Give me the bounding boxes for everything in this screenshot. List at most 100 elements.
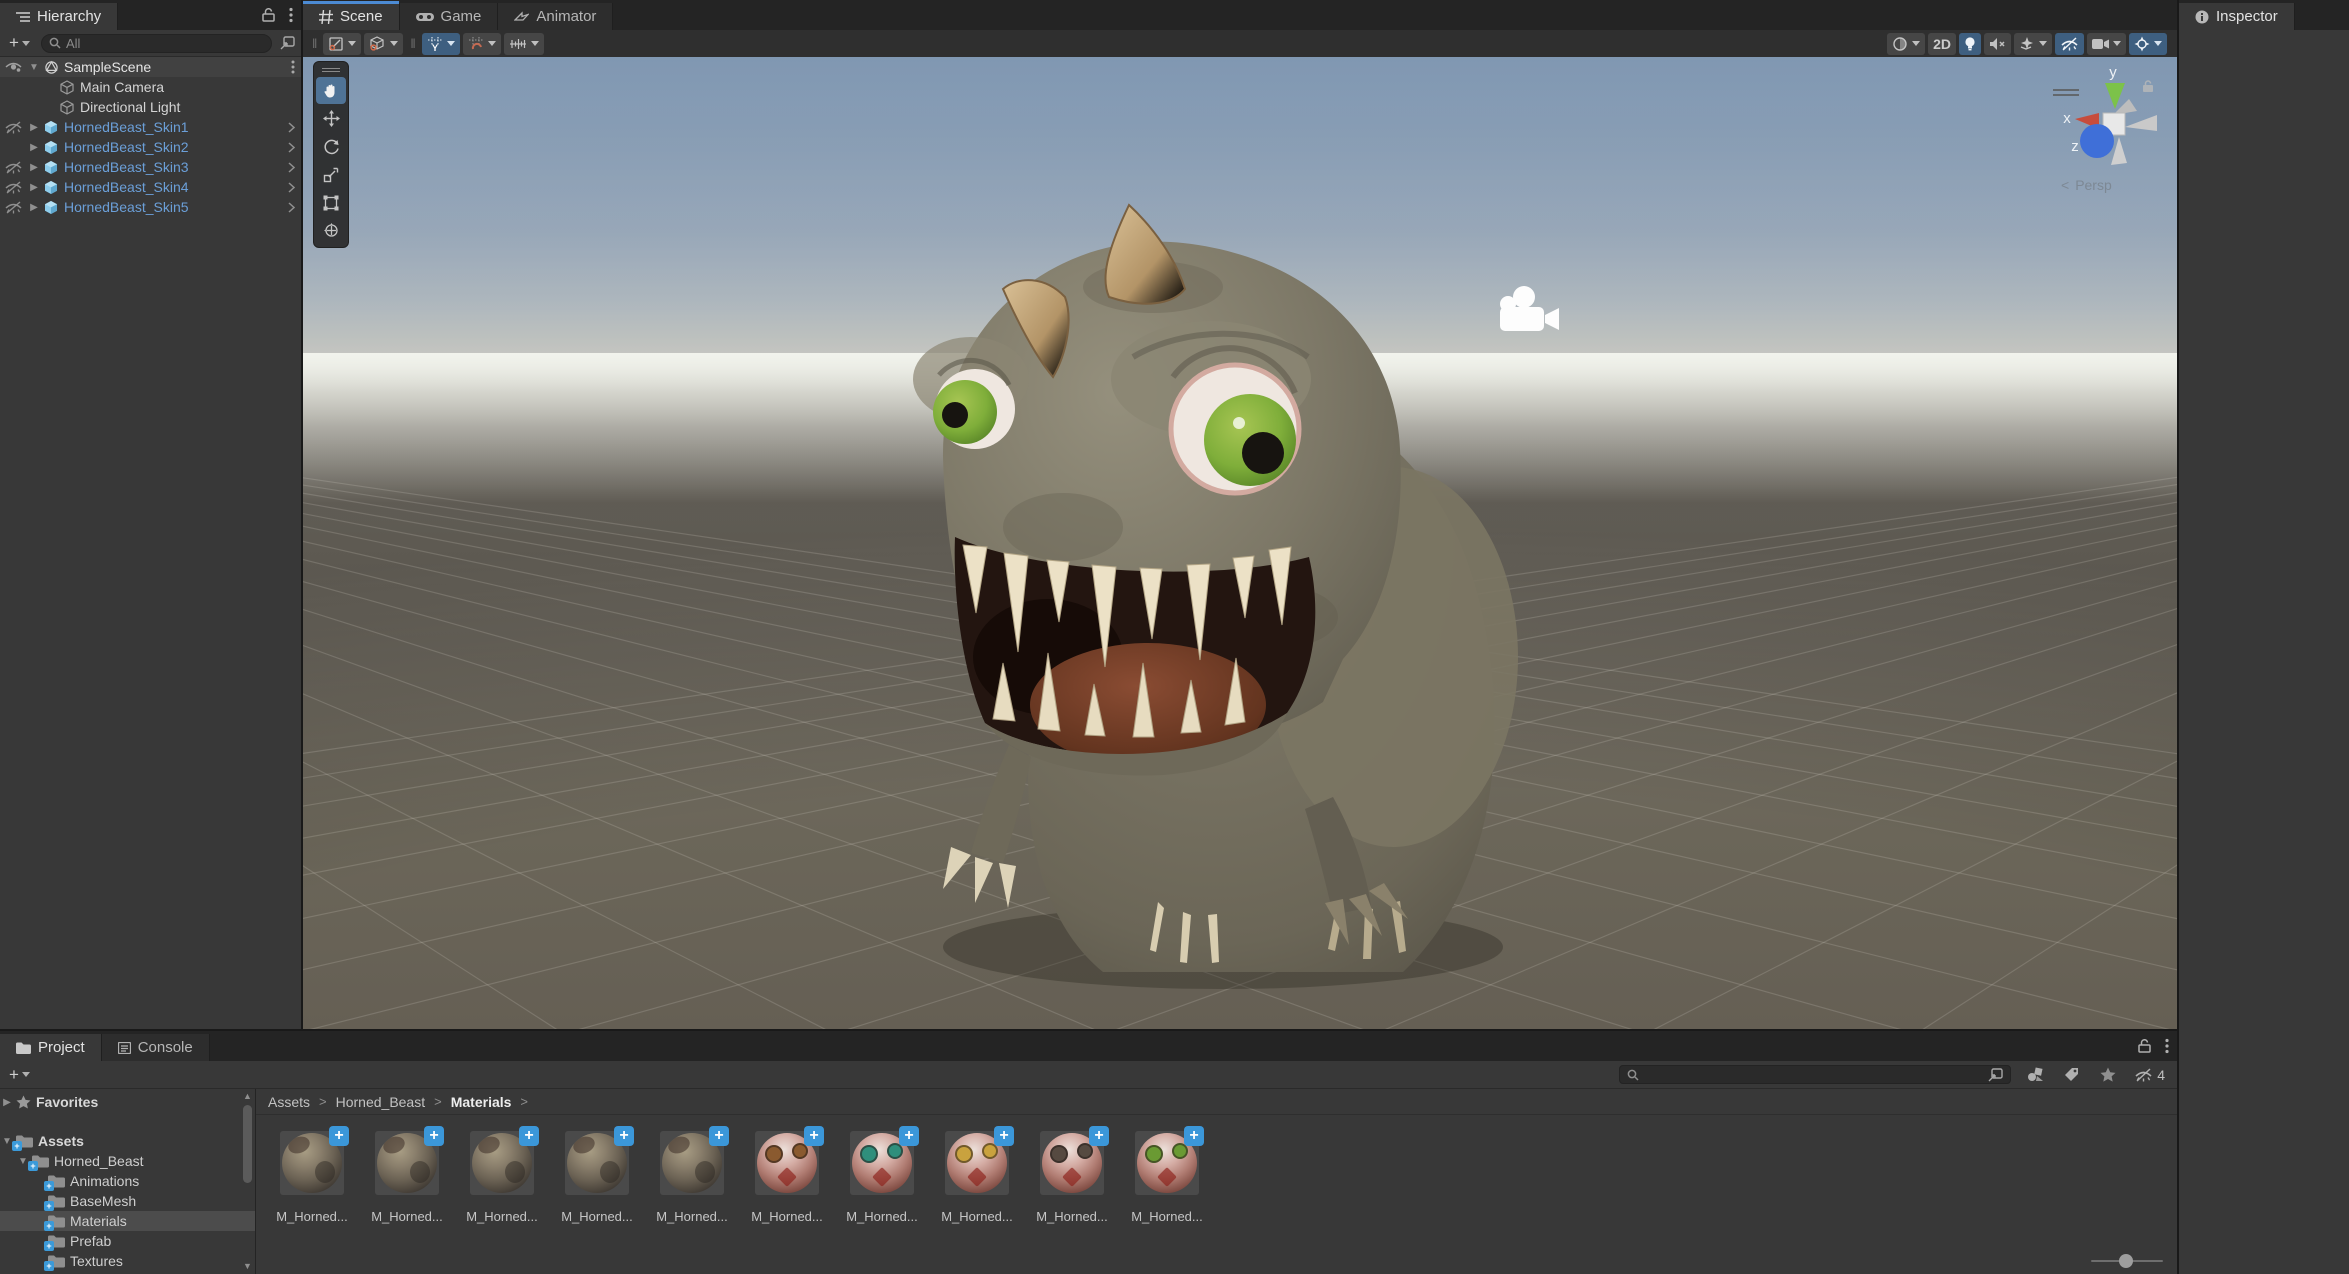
foldout-collapsed-icon[interactable]: ▶ [26,202,42,213]
foldout-expanded-icon[interactable]: ▼ [26,62,42,73]
snap-increment-button[interactable] [462,32,501,55]
prefab-open-chevron-icon[interactable] [288,141,295,153]
search-by-label-icon[interactable] [2056,1067,2088,1082]
tree-item-assets[interactable]: ▼ + Assets [0,1131,255,1151]
tree-scrollbar[interactable]: ▲ ▼ [241,1091,254,1274]
search-by-type-icon[interactable] [2019,1067,2052,1082]
maximize-search-icon[interactable] [280,36,295,50]
hierarchy-item-main-camera[interactable]: Main Camera [0,77,301,97]
scene-debug-view-button[interactable] [364,32,404,55]
foldout-collapsed-icon[interactable]: ▶ [26,122,42,133]
hierarchy-item-hornedbeast-skin1[interactable]: ▶ HornedBeast_Skin1 [0,117,301,137]
camera-gizmo[interactable] [1497,285,1563,335]
favorites-star-icon[interactable] [2092,1067,2124,1082]
hierarchy-item-hornedbeast-skin2[interactable]: ▶ HornedBeast_Skin2 [0,137,301,157]
scene-kebab-icon[interactable] [291,60,295,74]
hidden-eye-icon[interactable] [0,180,26,194]
prefab-open-chevron-icon[interactable] [288,201,295,213]
thumbnail-zoom-slider[interactable] [2091,1254,2163,1268]
kebab-menu-icon[interactable] [289,7,293,23]
tab-project[interactable]: Project [0,1034,102,1061]
tree-item-horned-beast[interactable]: ▼ + Horned_Beast [0,1151,255,1171]
scene-draw-mode-button[interactable] [323,32,362,55]
tab-animator[interactable]: Animator [498,3,614,30]
orientation-gizmo[interactable]: y x z [2053,65,2173,175]
scene-lighting-button[interactable] [1959,32,1981,55]
overlay-drag-handle[interactable] [316,64,346,76]
shading-mode-button[interactable] [1887,32,1926,55]
scene-visibility-button[interactable] [2055,32,2084,55]
lock-icon[interactable] [2138,1039,2151,1053]
tree-item-textures[interactable]: + Textures [0,1251,255,1271]
transform-tool-button[interactable] [316,217,346,244]
scene-viewport[interactable]: y x z < Persp [303,57,2177,1029]
visibility-eye-icon[interactable] [0,61,26,73]
hidden-eye-icon[interactable] [0,160,26,174]
tree-item-materials[interactable]: + Materials [0,1211,255,1231]
material-item[interactable]: + M_Horned... [363,1126,451,1224]
scroll-down-icon[interactable]: ▼ [243,1261,252,1273]
material-item[interactable]: + M_Horned... [648,1126,736,1224]
hierarchy-create-button[interactable]: + [6,33,33,53]
grid-snapping-button[interactable] [503,32,544,55]
hierarchy-item-samplescene[interactable]: ▼ SampleScene [0,57,301,77]
toggle-2d-button[interactable]: 2D [1928,32,1956,55]
tab-hierarchy[interactable]: Hierarchy [0,3,119,30]
hidden-eye-icon[interactable] [0,120,26,134]
hidden-eye-icon[interactable] [0,200,26,214]
grid-visibility-button[interactable]: Y [421,32,460,55]
overlay-drag-handle[interactable] [2053,89,2079,96]
overlay-drag-handle[interactable]: ‖ [309,36,319,51]
material-item[interactable]: + M_Horned... [838,1126,926,1224]
kebab-menu-icon[interactable] [2165,1038,2169,1054]
rect-tool-button[interactable] [316,189,346,216]
breadcrumb-materials[interactable]: Materials [451,1094,512,1110]
material-item[interactable]: + M_Horned... [743,1126,831,1224]
tree-item-animations[interactable]: + Animations [0,1171,255,1191]
maximize-search-icon[interactable] [1988,1067,2003,1082]
hierarchy-search-input[interactable] [65,35,264,51]
hierarchy-item-hornedbeast-skin4[interactable]: ▶ HornedBeast_Skin4 [0,177,301,197]
rotate-tool-button[interactable] [316,133,346,160]
material-item[interactable]: + M_Horned... [458,1126,546,1224]
scene-camera-button[interactable] [2087,32,2126,55]
move-tool-button[interactable] [316,105,346,132]
material-item[interactable]: + M_Horned... [553,1126,641,1224]
project-search-input[interactable] [1644,1067,1984,1082]
hierarchy-item-hornedbeast-skin5[interactable]: ▶ HornedBeast_Skin5 [0,197,301,217]
material-item[interactable]: + M_Horned... [1123,1126,1211,1224]
tab-game[interactable]: Game [399,3,499,30]
gizmo-lock-icon[interactable] [2141,79,2155,93]
hidden-packages-toggle[interactable]: 4 [2128,1067,2171,1083]
scale-tool-button[interactable] [316,161,346,188]
tree-item-basemesh[interactable]: + BaseMesh [0,1191,255,1211]
breadcrumb-horned-beast[interactable]: Horned_Beast [336,1094,426,1110]
prefab-open-chevron-icon[interactable] [288,161,295,173]
hierarchy-item-directional-light[interactable]: Directional Light [0,97,301,117]
tab-console[interactable]: Console [101,1034,210,1061]
effects-button[interactable] [2014,32,2052,55]
hierarchy-item-hornedbeast-skin3[interactable]: ▶ HornedBeast_Skin3 [0,157,301,177]
material-item[interactable]: + M_Horned... [268,1126,356,1224]
gizmos-button[interactable] [2129,32,2167,55]
tab-scene[interactable]: Scene [303,1,400,30]
scene-audio-button[interactable] [1984,32,2011,55]
scroll-up-icon[interactable]: ▲ [243,1091,252,1103]
hierarchy-search[interactable] [40,33,272,53]
foldout-collapsed-icon[interactable]: ▶ [0,1097,14,1108]
foldout-collapsed-icon[interactable]: ▶ [26,162,42,173]
overlay-drag-handle[interactable]: ‖ [407,36,417,51]
material-item[interactable]: + M_Horned... [1028,1126,1116,1224]
breadcrumb-assets[interactable]: Assets [268,1094,310,1110]
scroll-thumb[interactable] [243,1105,252,1183]
project-create-button[interactable]: + [6,1065,33,1085]
tree-item-prefab[interactable]: + Prefab [0,1231,255,1251]
foldout-collapsed-icon[interactable]: ▶ [26,142,42,153]
lock-icon[interactable] [262,8,275,22]
prefab-open-chevron-icon[interactable] [288,121,295,133]
tab-inspector[interactable]: Inspector [2179,3,2295,30]
slider-knob[interactable] [2119,1254,2133,1268]
projection-label[interactable]: < Persp [2061,177,2112,193]
project-search[interactable] [1619,1065,2012,1084]
prefab-open-chevron-icon[interactable] [288,181,295,193]
